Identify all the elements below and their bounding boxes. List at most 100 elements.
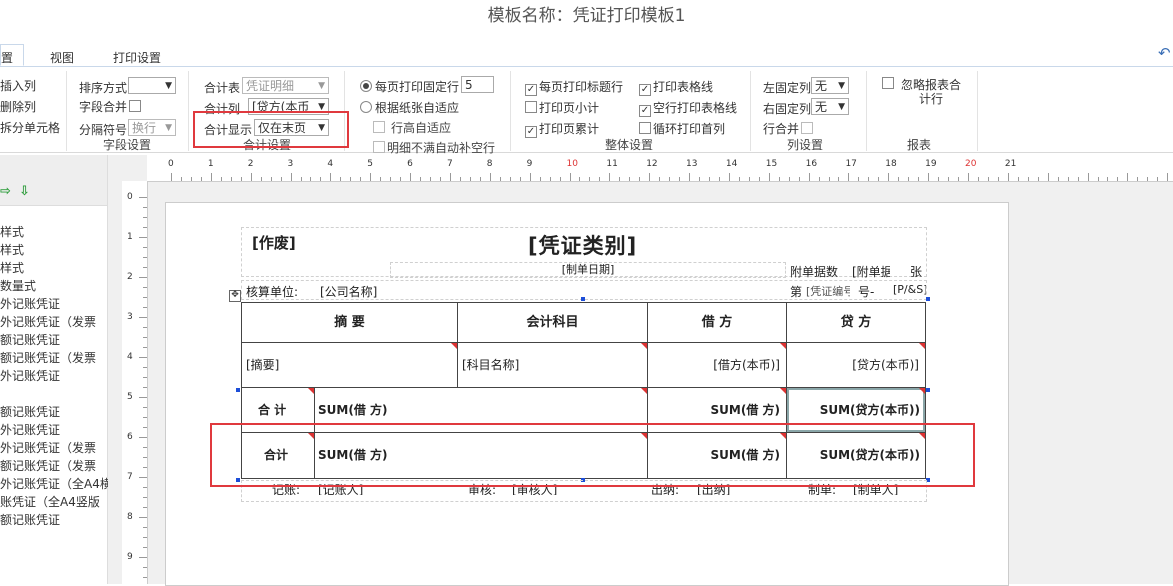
empty-grid-label: 空行打印表格线 (653, 101, 738, 115)
resize-handle[interactable] (926, 297, 930, 301)
row-height-adaptive-checkbox[interactable]: 行高自适应 (373, 119, 451, 136)
insert-column-button[interactable]: 插入列 (0, 77, 36, 94)
sidebar-item[interactable]: 额记账凭证 (0, 511, 60, 528)
attach-unit[interactable]: 张 (910, 263, 922, 280)
check-icon[interactable]: ✓ (525, 126, 537, 138)
group-label-field: 字段设置 (103, 138, 152, 152)
checkbox-icon[interactable] (525, 101, 537, 113)
unit-value[interactable]: [公司名称] (320, 283, 377, 300)
ruler-label: 13 (686, 159, 698, 169)
ruler-tick (360, 177, 362, 181)
split-cell-button[interactable]: 拆分单元格 (0, 119, 60, 136)
detail-credit[interactable]: [贷方(本币)] (786, 342, 926, 388)
left-fixed-select[interactable]: 无 ▼ (811, 77, 849, 94)
undo-icon[interactable]: ↶ (1158, 44, 1171, 62)
empty-grid-checkbox[interactable]: ✓ 空行打印表格线 (639, 99, 737, 117)
ruler-tick (788, 177, 790, 181)
chevron-down-icon: ▼ (318, 81, 325, 91)
resize-handle[interactable] (581, 297, 585, 301)
check-icon[interactable]: ✓ (639, 84, 651, 96)
right-fixed-select[interactable]: 无 ▼ (811, 98, 849, 115)
check-icon[interactable]: ✓ (639, 105, 651, 117)
tab-layout[interactable]: 置 (0, 44, 24, 66)
separator-select[interactable]: 换行 ▼ (128, 119, 176, 136)
ruler-tick (143, 297, 147, 298)
sidebar-item[interactable]: 数量式 (0, 277, 36, 294)
date-cell[interactable]: [制单日期] (390, 262, 786, 278)
checkbox-icon[interactable] (373, 121, 385, 133)
page-cumulative-checkbox[interactable]: ✓ 打印页累计 (525, 120, 599, 138)
detail-account[interactable]: [科目名称] (457, 342, 648, 388)
checkbox-icon[interactable] (129, 100, 142, 112)
sidebar-item[interactable]: 额记账凭证 (0, 331, 60, 348)
delete-column-button[interactable]: 删除列 (0, 98, 36, 115)
unit-label[interactable]: 核算单位: (246, 283, 298, 300)
sidebar-item[interactable]: 额记账凭证（发票 (0, 349, 96, 366)
page-info-prefix[interactable]: 第 (790, 283, 802, 300)
header-account[interactable]: 会计科目 (457, 302, 648, 343)
print-grid-checkbox[interactable]: ✓ 打印表格线 (639, 78, 713, 96)
resize-handle[interactable] (926, 388, 930, 392)
ignore-total-checkbox[interactable] (882, 77, 896, 91)
ruler-tick (1127, 173, 1129, 181)
move-handle-icon[interactable]: ✥ (229, 290, 241, 302)
separator-value: 换行 (132, 121, 157, 135)
ruler-label: 4 (127, 352, 133, 362)
ruler-tick (1097, 177, 1099, 181)
sidebar-item[interactable]: 外记账凭证（全A4横 (0, 475, 112, 492)
void-label[interactable]: [作废] (252, 232, 296, 253)
loop-first-row-checkbox[interactable]: 循环打印首列 (639, 120, 725, 137)
fixed-rows-radio[interactable]: 每页打印固定行 (360, 78, 459, 95)
ruler-tick (848, 173, 850, 181)
sidebar-item[interactable]: 外记账凭证（发票 (0, 439, 96, 456)
paper-adaptive-radio[interactable]: 根据纸张自适应 (360, 99, 459, 116)
radio-icon[interactable] (360, 101, 372, 113)
page-info-number[interactable]: [凭证编号] (806, 283, 850, 299)
header-summary[interactable]: 摘 要 (241, 302, 458, 343)
print-title-label: 每页打印标题行 (539, 80, 624, 94)
sidebar-item[interactable]: 外记账凭证 (0, 367, 60, 384)
radio-icon[interactable] (360, 80, 372, 92)
sidebar-item[interactable]: 样式 (0, 241, 24, 258)
row-merge-checkbox[interactable]: 行合并 (763, 120, 815, 137)
detail-debit[interactable]: [借方(本币)] (647, 342, 787, 388)
check-icon[interactable]: ✓ (525, 84, 537, 96)
group-label-overall: 整体设置 (605, 138, 654, 152)
header-credit[interactable]: 贷 方 (786, 302, 926, 343)
fill-empty-rows-checkbox[interactable]: 明细不满自动补空行 (373, 139, 495, 156)
arrow-down-icon[interactable]: ⇩ (19, 184, 30, 199)
ruler-tick (898, 177, 900, 181)
sidebar-item[interactable]: 样式 (0, 259, 24, 276)
checkbox-icon[interactable] (801, 122, 814, 134)
fixed-rows-input[interactable]: 5 (461, 76, 494, 93)
arrow-right-icon[interactable]: ⇨ (0, 184, 11, 199)
sort-select[interactable]: ▼ (128, 77, 176, 94)
tab-view[interactable]: 视图 (50, 49, 74, 66)
sidebar-item[interactable]: 外记账凭证 (0, 421, 60, 438)
highlight-total-display (193, 111, 349, 148)
total-table-select[interactable]: 凭证明细 ▼ (242, 77, 329, 94)
sidebar-item[interactable]: 账凭证（全A4竖版 (0, 493, 100, 510)
checkbox-icon[interactable] (882, 77, 894, 89)
checkbox-icon[interactable] (639, 122, 651, 134)
field-merge-checkbox[interactable]: 字段合并 (79, 98, 143, 115)
header-debit[interactable]: 借 方 (647, 302, 787, 343)
ruler-tick (878, 177, 880, 181)
page-info-page[interactable]: [P/&S] (893, 283, 926, 296)
sidebar-item[interactable]: 额记账凭证（发票 (0, 457, 96, 474)
sidebar-item[interactable]: 额记账凭证 (0, 403, 60, 420)
detail-summary[interactable]: [摘要] (241, 342, 458, 388)
page-subtotal-checkbox[interactable]: 打印页小计 (525, 99, 599, 116)
checkbox-icon[interactable] (373, 141, 385, 153)
page-info-mid[interactable]: 号- (858, 283, 874, 300)
resize-handle[interactable] (236, 388, 240, 392)
attach-label[interactable]: 附单据数 (790, 263, 838, 280)
tab-print-settings[interactable]: 打印设置 (113, 49, 161, 66)
sidebar-item[interactable]: 外记账凭证 (0, 295, 60, 312)
voucher-type-label[interactable]: [凭证类别] (528, 230, 637, 260)
sidebar-item[interactable]: 样式 (0, 223, 24, 240)
ruler-label: 4 (327, 159, 334, 169)
attach-count[interactable]: [附单据 (852, 263, 890, 280)
print-title-checkbox[interactable]: ✓ 每页打印标题行 (525, 78, 623, 96)
sidebar-item[interactable]: 外记账凭证（发票 (0, 313, 96, 330)
